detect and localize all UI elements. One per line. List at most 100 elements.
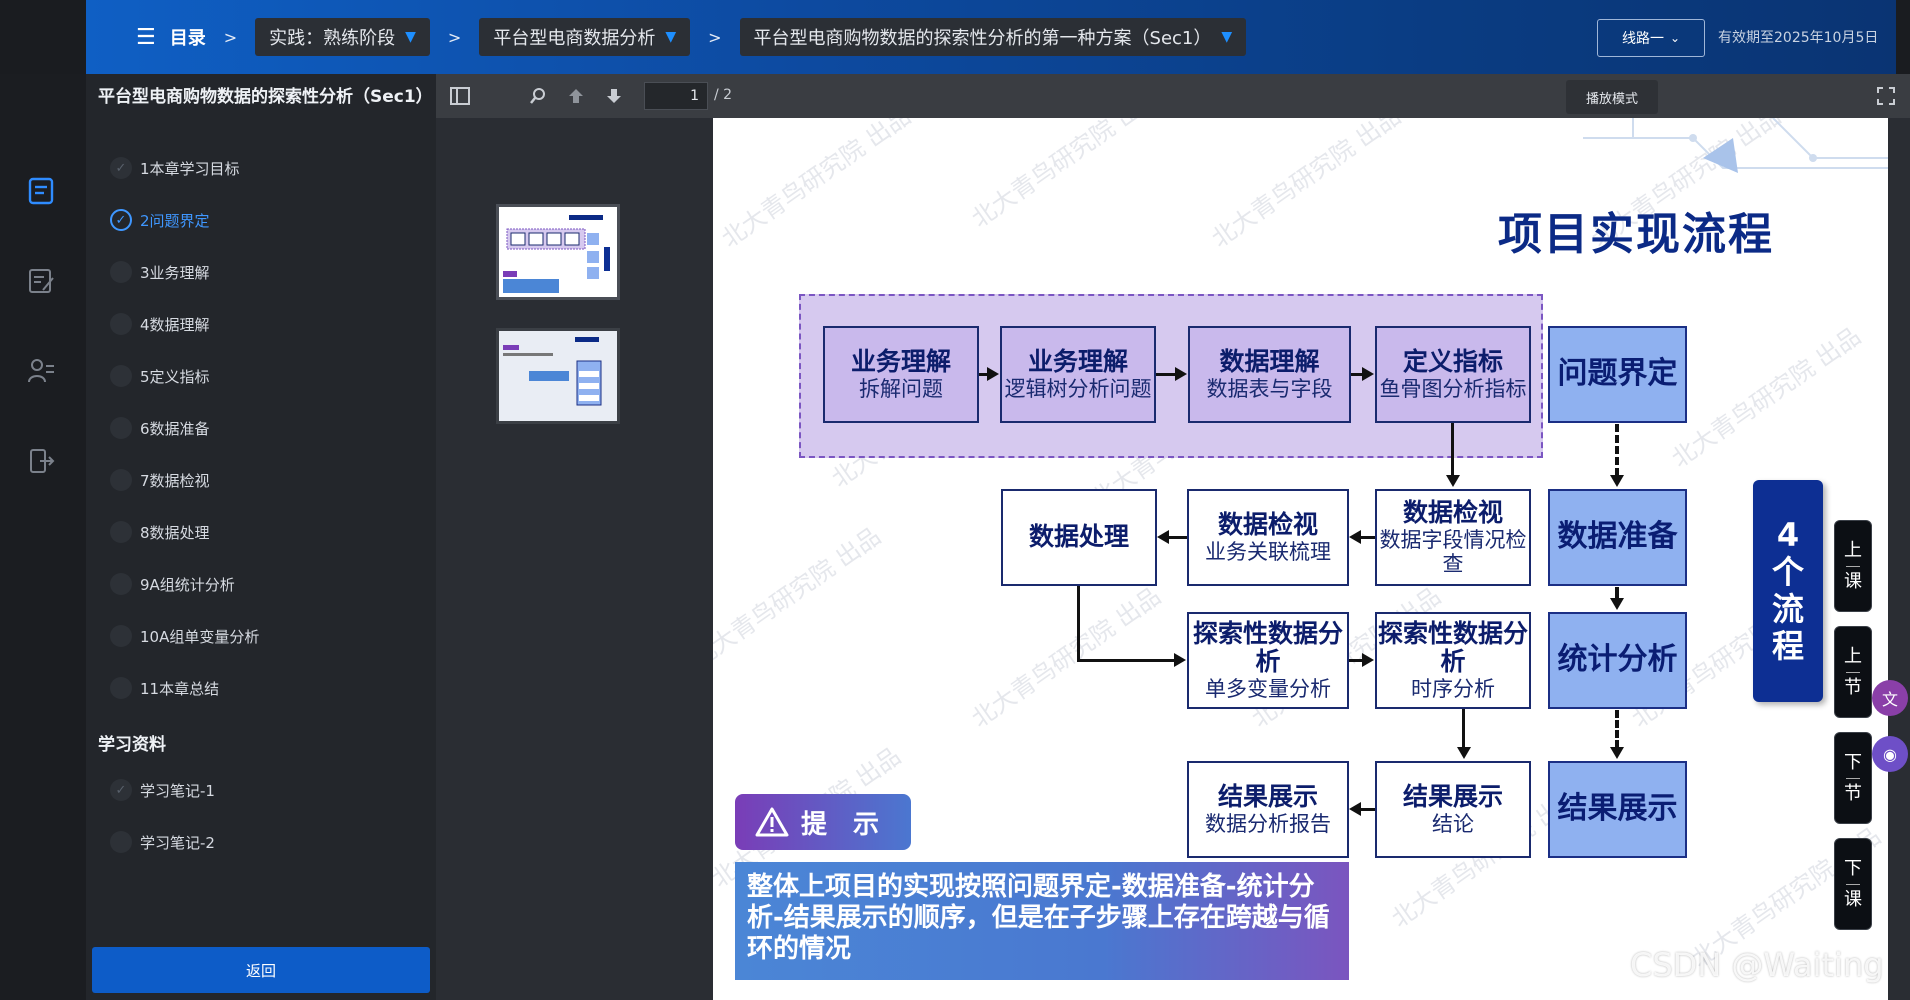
- next-page-icon[interactable]: [598, 80, 630, 112]
- breadcrumb-stage-select[interactable]: 实践：熟练阶段 ▼: [255, 18, 430, 56]
- side-nav-divider: [1846, 671, 1860, 673]
- flow-box-eda-variables: 探索性数据分析 单多变量分析: [1187, 612, 1349, 709]
- brain-icon[interactable]: ◉: [1872, 736, 1908, 772]
- outline-item-label: 6数据准备: [140, 419, 210, 438]
- outline-item[interactable]: 10A组单变量分析: [110, 621, 259, 651]
- outline-item[interactable]: 7数据检视: [110, 465, 210, 495]
- flow-box-business-understanding: 业务理解 拆解问题: [823, 326, 979, 423]
- previous-lesson-button[interactable]: 上课: [1834, 520, 1872, 612]
- flow-box-data-preparation: 数据准备: [1548, 489, 1687, 586]
- play-mode-button[interactable]: 播放模式: [1566, 80, 1658, 114]
- flow-box-problem-definition: 问题界定: [1548, 326, 1687, 423]
- side-nav-label: 下: [1844, 858, 1862, 880]
- flow-box-heading: 数据检视: [1217, 510, 1318, 540]
- arrow-head-icon: [1362, 367, 1374, 381]
- outline-item-active[interactable]: ✓ 2问题界定: [110, 205, 210, 235]
- fullscreen-icon[interactable]: [1870, 80, 1902, 112]
- next-section-button[interactable]: 下节: [1834, 732, 1872, 824]
- flow-box-subtext: 拆解问题: [859, 376, 943, 401]
- material-item[interactable]: 学习笔记-2: [110, 827, 215, 857]
- four-process-label: 4 个 流 程: [1753, 480, 1823, 702]
- outline-item[interactable]: 9A组统计分析: [110, 569, 235, 599]
- check-icon: [110, 469, 132, 491]
- flow-box-subtext: 数据表与字段: [1206, 376, 1333, 401]
- arrow-head-icon: [1349, 530, 1361, 544]
- side-label-char: 流: [1771, 590, 1804, 628]
- group-icon[interactable]: [24, 354, 58, 388]
- viewer-toolbar: / 2 播放模式: [436, 74, 1910, 118]
- flow-box-subtext: 数据分析报告: [1205, 811, 1331, 836]
- caret-down-icon: ▼: [665, 29, 677, 45]
- material-item-label: 学习笔记-1: [140, 781, 215, 800]
- page-thumbnail-1[interactable]: [496, 204, 620, 300]
- previous-page-icon[interactable]: [560, 80, 592, 112]
- check-icon: [110, 831, 132, 853]
- check-icon: ✓: [110, 779, 132, 801]
- check-icon: [110, 625, 132, 647]
- flow-box-data-processing: 数据处理: [1001, 489, 1157, 586]
- flow-box-heading: 探索性数据分析: [1377, 618, 1528, 677]
- outline-item[interactable]: 6数据准备: [110, 413, 210, 443]
- page-thumbnail-2[interactable]: [496, 328, 620, 424]
- document-icon[interactable]: [24, 174, 58, 208]
- arrow-head-icon: [1457, 747, 1471, 759]
- flow-box-heading: 结果展示: [1402, 782, 1503, 812]
- flow-box-heading: 数据准备: [1557, 519, 1678, 555]
- flow-box-subtext: 业务关联梳理: [1205, 539, 1331, 564]
- outline-item[interactable]: ✓ 1本章学习目标: [110, 153, 240, 183]
- warning-icon: [755, 807, 789, 837]
- page-number-input[interactable]: [644, 82, 708, 110]
- previous-section-button[interactable]: 上节: [1834, 626, 1872, 718]
- translate-icon[interactable]: 文: [1872, 680, 1908, 716]
- flow-box-subtext: 时序分析: [1411, 677, 1495, 702]
- back-button[interactable]: 返回: [92, 947, 430, 993]
- valid-until-text: 有效期至2025年10月5日: [1718, 30, 1879, 46]
- watermark-text: 北大青鸟研究院 出品: [966, 118, 1166, 234]
- catalog-menu-button[interactable]: ☰ 目录: [136, 24, 206, 50]
- outline-item[interactable]: 4数据理解: [110, 309, 210, 339]
- chevron-down-icon: ⌄: [1669, 31, 1681, 45]
- check-icon: [110, 365, 132, 387]
- arrow-head-icon: [1174, 653, 1186, 667]
- edit-note-icon[interactable]: [24, 264, 58, 298]
- search-icon[interactable]: [522, 80, 554, 112]
- next-lesson-button[interactable]: 下课: [1834, 838, 1872, 930]
- check-icon: [110, 677, 132, 699]
- flow-box-conclusion: 结果展示 结论: [1375, 761, 1531, 858]
- caret-down-icon: ▼: [1221, 29, 1233, 45]
- exit-icon[interactable]: [24, 444, 58, 478]
- outline-item[interactable]: 11本章总结: [110, 673, 219, 703]
- material-item-label: 学习笔记-2: [140, 833, 215, 852]
- flow-box-subtext: 单多变量分析: [1205, 677, 1331, 702]
- slide-title: 项目实现流程: [1498, 209, 1774, 260]
- breadcrumb-course-select[interactable]: 平台型电商数据分析 ▼: [479, 18, 691, 56]
- flow-box-statistical-analysis: 统计分析: [1548, 612, 1687, 709]
- side-nav-label: 课: [1844, 570, 1862, 592]
- outline-item[interactable]: 8数据处理: [110, 517, 210, 547]
- flow-arrow: [1462, 709, 1465, 748]
- sidebar-toggle-icon[interactable]: [444, 80, 476, 112]
- material-item[interactable]: ✓ 学习笔记-1: [110, 775, 215, 805]
- arrow-head-icon: [1157, 530, 1169, 544]
- outline-item[interactable]: 5定义指标: [110, 361, 210, 391]
- tip-badge: 提 示: [735, 794, 911, 850]
- flow-box-eda-timeseries: 探索性数据分析 时序分析: [1375, 612, 1531, 709]
- outline-item-label: 2问题界定: [140, 211, 210, 230]
- arrow-head-icon: [1610, 747, 1624, 759]
- breadcrumb-separator: >: [223, 27, 238, 47]
- side-nav-divider: [1846, 777, 1860, 779]
- side-nav-label: 下: [1844, 752, 1862, 774]
- check-icon: [110, 573, 132, 595]
- side-nav-label: 节: [1844, 782, 1862, 804]
- outline-item-label: 1本章学习目标: [140, 159, 240, 178]
- breadcrumb-stage-label: 实践：熟练阶段: [269, 28, 396, 49]
- route-select[interactable]: 线路一 ⌄: [1597, 19, 1705, 57]
- outline-item[interactable]: 3业务理解: [110, 257, 210, 287]
- flow-arrow: [1077, 586, 1080, 661]
- flow-box-heading: 数据检视: [1402, 497, 1503, 527]
- flow-arrow: [1156, 373, 1176, 376]
- flow-box-heading: 业务理解: [1027, 347, 1128, 377]
- arrow-head-icon: [1610, 475, 1624, 487]
- breadcrumb-lesson-select[interactable]: 平台型电商购物数据的探索性分析的第一种方案（Sec1） ▼: [739, 18, 1247, 56]
- flow-box-heading: 数据处理: [1028, 522, 1129, 552]
